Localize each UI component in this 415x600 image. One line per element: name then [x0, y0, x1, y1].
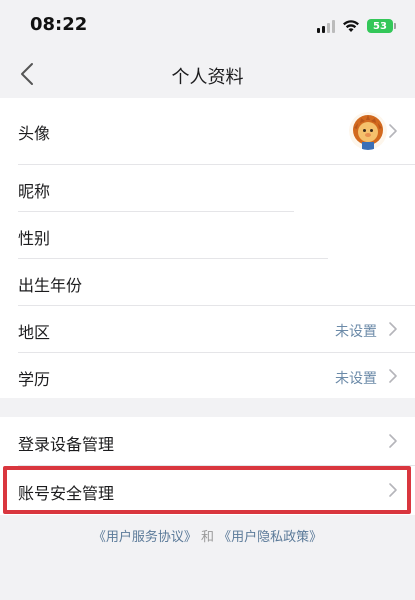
- gender-row[interactable]: 性别: [0, 212, 415, 258]
- page-title: 个人资料: [171, 67, 244, 88]
- birth-year-row[interactable]: 出生年份: [0, 259, 415, 305]
- chevron-right-icon: [389, 483, 397, 497]
- navigation-bar: 个人资料: [0, 50, 415, 98]
- status-time: 08:22: [30, 14, 88, 35]
- avatar[interactable]: [349, 112, 387, 150]
- wifi-icon: [343, 20, 359, 32]
- avatar-label: 头像: [18, 124, 51, 143]
- footer-and-text: 和: [200, 530, 214, 545]
- region-row[interactable]: 地区 未设置: [0, 306, 415, 352]
- education-value: 未设置: [335, 371, 377, 387]
- status-icons: 53: [317, 16, 396, 36]
- lion-avatar-icon: [349, 112, 387, 150]
- status-bar: 08:22 53: [0, 0, 415, 50]
- chevron-right-icon: [389, 369, 397, 383]
- birth-year-label: 出生年份: [18, 276, 83, 295]
- education-label: 学历: [18, 370, 51, 389]
- profile-info-group: 头像 昵称 性别 出生年份 地区 未设置 学历 未设置: [0, 98, 415, 398]
- login-devices-label: 登录设备管理: [18, 435, 115, 454]
- security-group: 登录设备管理 账号安全管理: [0, 417, 415, 515]
- avatar-row[interactable]: 头像: [0, 98, 415, 164]
- nickname-row[interactable]: 昵称: [0, 165, 415, 211]
- region-value: 未设置: [335, 324, 377, 340]
- gender-label: 性别: [18, 229, 51, 248]
- privacy-policy-link[interactable]: 《用户隐私政策》: [218, 530, 322, 545]
- account-security-row[interactable]: 账号安全管理: [0, 466, 415, 515]
- signal-icon: [317, 19, 335, 33]
- chevron-right-icon: [389, 434, 397, 448]
- user-agreement-link[interactable]: 《用户服务协议》: [93, 530, 197, 545]
- account-security-label: 账号安全管理: [18, 484, 115, 503]
- education-row[interactable]: 学历 未设置: [0, 353, 415, 398]
- chevron-right-icon: [389, 124, 397, 138]
- battery-level: 53: [373, 20, 387, 32]
- footer-links: 《用户服务协议》 和 《用户隐私政策》: [0, 526, 415, 545]
- region-label: 地区: [18, 323, 51, 342]
- login-devices-row[interactable]: 登录设备管理: [0, 417, 415, 465]
- battery-icon: 53: [367, 19, 396, 33]
- nickname-label: 昵称: [18, 182, 51, 201]
- chevron-right-icon: [389, 322, 397, 336]
